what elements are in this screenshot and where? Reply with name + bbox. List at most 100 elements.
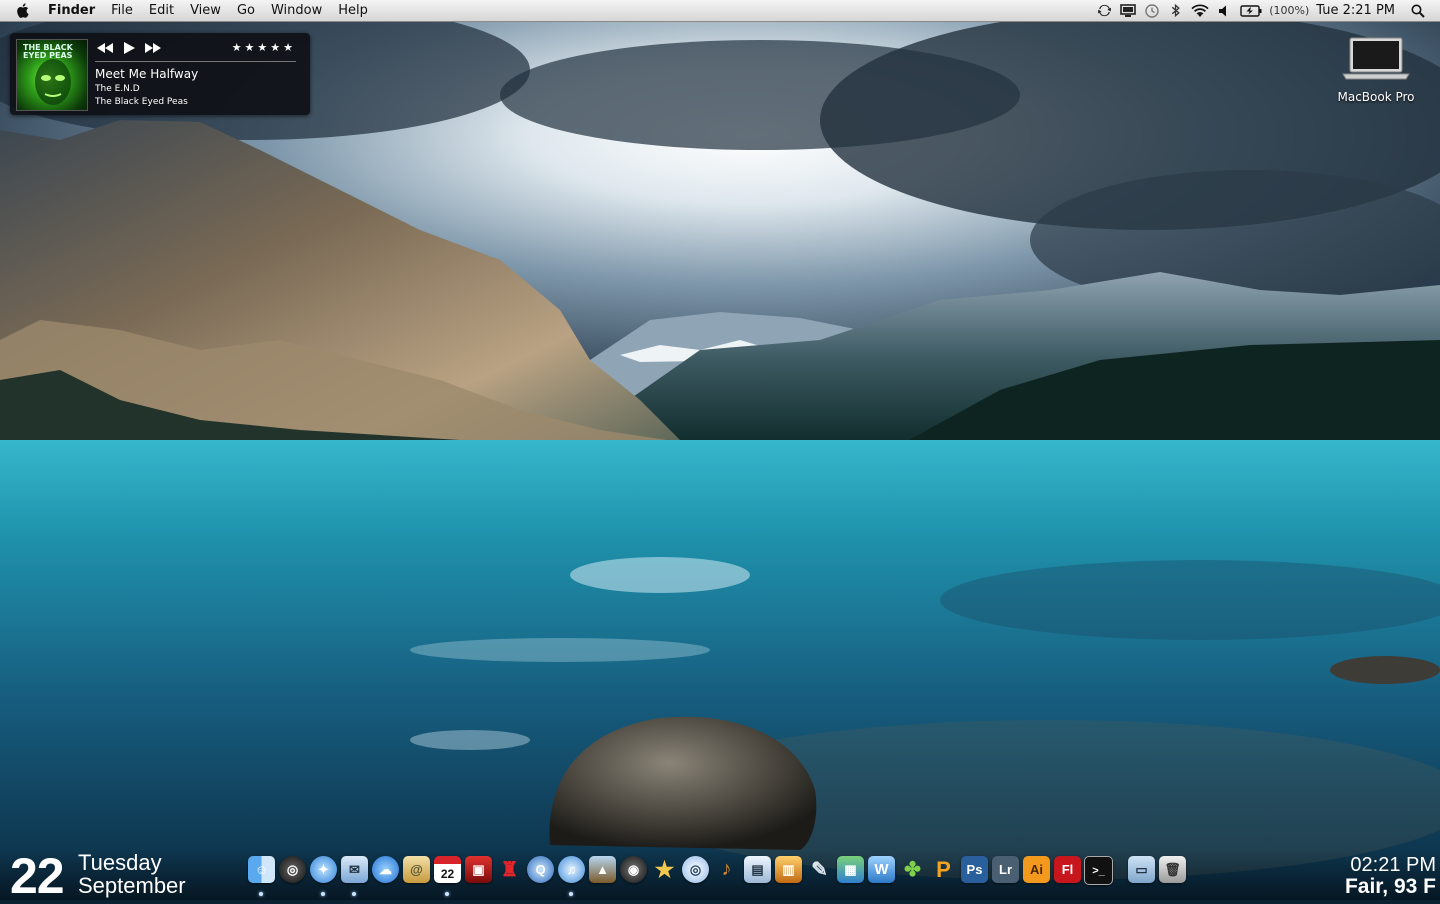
laptop-icon: [1342, 37, 1410, 80]
dock-ichat[interactable]: ☁: [370, 856, 401, 896]
dock-pages-p[interactable]: P: [928, 856, 959, 896]
photoshop-icon: Ps: [961, 856, 988, 883]
track-album: The E.N.D: [95, 84, 140, 94]
dock-imovie[interactable]: ★: [649, 856, 680, 896]
menu-view[interactable]: View: [182, 0, 229, 22]
running-indicator: [259, 892, 263, 896]
face-art-icon: [35, 59, 71, 105]
dock-lightroom[interactable]: Lr: [990, 856, 1021, 896]
dock-dashboard[interactable]: ◎: [277, 856, 308, 896]
apple-menu-icon[interactable]: [12, 0, 32, 22]
folder-icon: ▭: [1128, 856, 1155, 883]
illustrator-label: Ai: [1030, 862, 1043, 877]
puzzle-icon: ✤: [904, 859, 921, 881]
menu-go[interactable]: Go: [229, 0, 263, 22]
dock-wordpress[interactable]: W: [866, 856, 897, 896]
widget-divider: [95, 61, 296, 62]
dock-downloads-folder[interactable]: ▭: [1126, 856, 1157, 896]
volume-icon[interactable]: [1215, 0, 1233, 22]
chair-icon: ♜: [500, 859, 519, 881]
dock-preview[interactable]: ▤: [742, 856, 773, 896]
dock-keynote[interactable]: ▥: [773, 856, 804, 896]
lightroom-icon: Lr: [992, 856, 1019, 883]
pen-icon: ✎: [811, 859, 828, 881]
menubar-clock[interactable]: Tue 2:21 PM: [1316, 3, 1395, 18]
dock-address-book[interactable]: @: [401, 856, 432, 896]
photo-booth-icon: ▣: [465, 856, 492, 883]
flash-label: Fl: [1061, 862, 1074, 877]
running-indicator: [569, 892, 573, 896]
date-month: September: [78, 873, 186, 898]
calendar-icon: 22: [434, 856, 461, 883]
dock-front-row[interactable]: ♜: [494, 856, 525, 896]
aperture-lens-icon: ◉: [620, 856, 647, 883]
date-day-number: 22: [10, 848, 65, 904]
dock-illustrator[interactable]: Ai: [1021, 856, 1052, 896]
menu-window[interactable]: Window: [263, 0, 330, 22]
wifi-icon[interactable]: [1191, 0, 1209, 22]
clock-time: 02:21 PM: [1350, 854, 1436, 876]
star-icon: ★: [654, 856, 675, 882]
battery-icon[interactable]: [1239, 0, 1263, 22]
dock-idvd[interactable]: ◎: [680, 856, 711, 896]
dock: ☺ ◎ ✦ ✉ ☁ @ 22 ▣ ♜ Q ♫ ▲ ◉ ★ ◎ ♪ ▤ ▥ ✎ ▦…: [246, 856, 1188, 896]
desktop-wallpaper: [0, 0, 1440, 900]
dock-mail[interactable]: ✉: [339, 856, 370, 896]
battery-percent: (100%): [1269, 4, 1310, 17]
guitar-icon: ♪: [721, 858, 732, 880]
dock-numbers[interactable]: ▦: [835, 856, 866, 896]
illustrator-icon: Ai: [1023, 856, 1050, 883]
clock-weather-widget: 02:21 PM Fair, 93 F: [1345, 854, 1436, 898]
spotlight-search-icon[interactable]: [1409, 0, 1427, 22]
track-title: Meet Me Halfway: [95, 67, 199, 81]
dock-photo-booth[interactable]: ▣: [463, 856, 494, 896]
next-track-icon[interactable]: [144, 41, 162, 55]
preview-photos-icon: ▤: [744, 856, 771, 883]
terminal-prompt-icon: >_: [1084, 856, 1113, 885]
chat-bubble-icon: ☁: [372, 856, 399, 883]
dock-ical[interactable]: 22: [432, 856, 463, 896]
album-art: THE BLACK EYED PEAS: [16, 39, 88, 111]
safari-compass-icon: ✦: [310, 856, 337, 883]
menu-app-finder[interactable]: Finder: [40, 0, 103, 22]
dock-flash[interactable]: Fl: [1052, 856, 1083, 896]
dock-photoshop[interactable]: Ps: [959, 856, 990, 896]
dock-terminal[interactable]: >_: [1083, 856, 1114, 896]
flash-icon: Fl: [1054, 856, 1081, 883]
w-icon: W: [868, 856, 895, 883]
running-indicator: [321, 892, 325, 896]
dock-finder[interactable]: ☺: [246, 856, 277, 896]
now-playing-widget: THE BLACK EYED PEAS ★★★★★ Meet Me Halfwa…: [10, 33, 310, 115]
menu-help[interactable]: Help: [330, 0, 376, 22]
mail-stamp-icon: ✉: [341, 856, 368, 883]
time-machine-icon[interactable]: [1143, 0, 1161, 22]
dock-safari[interactable]: ✦: [308, 856, 339, 896]
play-icon[interactable]: [120, 41, 138, 55]
dock-dreamweaver[interactable]: ✤: [897, 856, 928, 896]
dock-trash[interactable]: 🗑: [1157, 856, 1188, 896]
dock-aperture[interactable]: ◉: [618, 856, 649, 896]
display-icon[interactable]: [1119, 0, 1137, 22]
dvd-disc-icon: ◎: [682, 856, 709, 883]
bluetooth-icon[interactable]: [1167, 0, 1185, 22]
dock-quicktime[interactable]: Q: [525, 856, 556, 896]
iphoto-icon: ▲: [589, 856, 616, 883]
sync-icon[interactable]: [1095, 0, 1113, 22]
dock-garageband[interactable]: ♪: [711, 856, 742, 896]
photoshop-label: Ps: [966, 862, 983, 877]
dashboard-icon: ◎: [279, 856, 306, 883]
menu-edit[interactable]: Edit: [141, 0, 182, 22]
address-book-icon: @: [403, 856, 430, 883]
desktop-drive-macbook-pro[interactable]: MacBook Pro: [1320, 36, 1432, 104]
dock-itunes[interactable]: ♫: [556, 856, 587, 896]
finder-icon: ☺: [248, 856, 275, 883]
menu-bar: Finder File Edit View Go Window Help (10…: [0, 0, 1440, 22]
trash-icon: 🗑: [1159, 856, 1186, 883]
menu-file[interactable]: File: [103, 0, 141, 22]
star-rating[interactable]: ★★★★★: [232, 41, 296, 54]
lightroom-label: Lr: [999, 862, 1012, 877]
track-artist: The Black Eyed Peas: [95, 97, 188, 107]
dock-iphoto[interactable]: ▲: [587, 856, 618, 896]
dock-pages[interactable]: ✎: [804, 856, 835, 896]
previous-track-icon[interactable]: [96, 41, 114, 55]
